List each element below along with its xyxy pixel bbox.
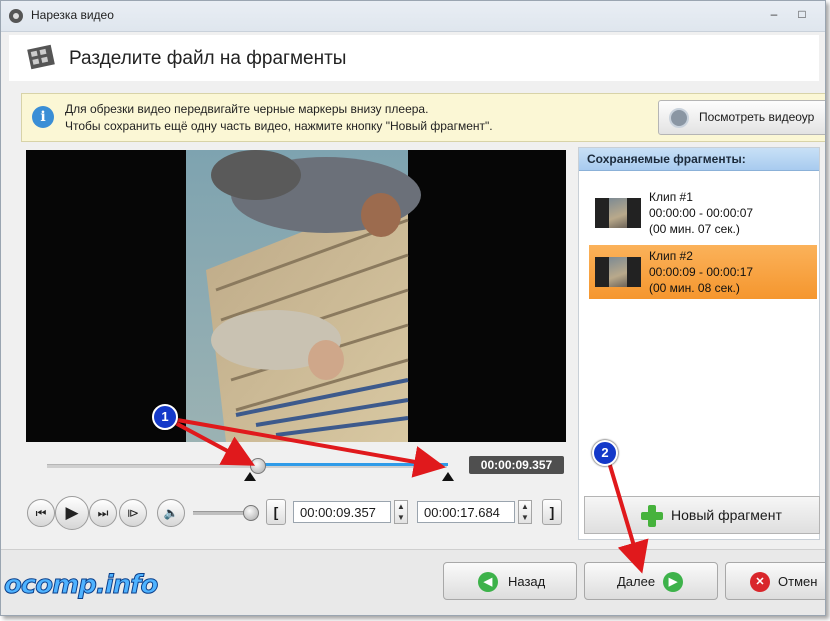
arrow-to-next-button: [604, 451, 649, 574]
annotation-arrows: [165, 416, 649, 574]
watermark-logo: ocomp.info: [3, 570, 158, 601]
annotation-badge-1: 1: [152, 404, 178, 430]
annotation-badge-2: 2: [592, 440, 618, 466]
